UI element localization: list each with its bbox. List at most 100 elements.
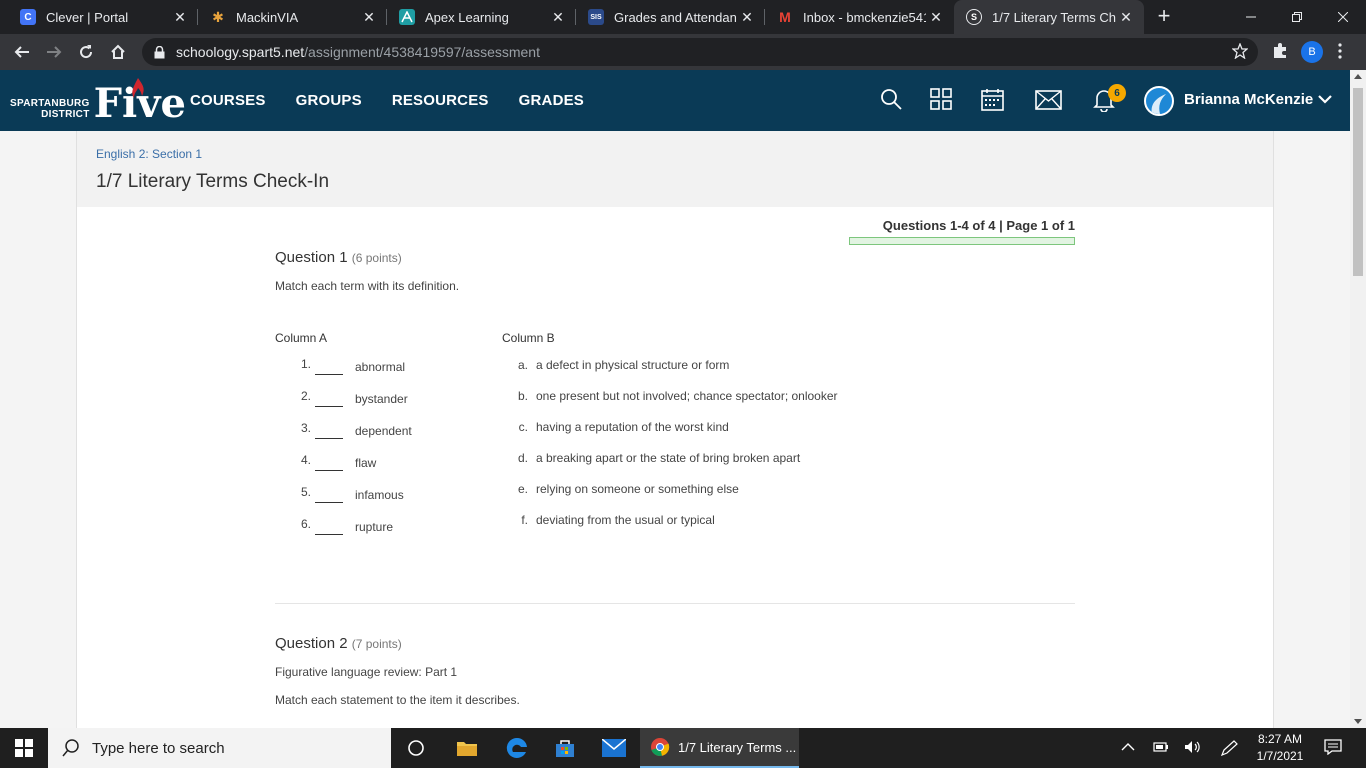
tab-gmail[interactable]: M Inbox - bmckenzie541@ ✕: [765, 0, 954, 34]
mail-app-icon[interactable]: [602, 736, 626, 760]
scroll-down-arrow-icon[interactable]: [1354, 719, 1362, 724]
column-b-label: Column B: [502, 331, 555, 345]
question-1-prompt: Match each term with its definition.: [275, 279, 460, 293]
edge-icon[interactable]: [505, 736, 529, 760]
user-name[interactable]: Brianna McKenzie: [1184, 91, 1313, 108]
extensions-puzzle-icon[interactable]: [1271, 42, 1289, 60]
back-arrow-icon[interactable]: [10, 40, 34, 64]
battery-icon[interactable]: [1153, 740, 1169, 754]
chevron-up-icon[interactable]: [1121, 740, 1135, 754]
chrome-icon: [650, 737, 670, 757]
nav-resources[interactable]: RESOURCES: [392, 92, 489, 109]
nav-courses[interactable]: COURSES: [190, 92, 266, 109]
tab-title: Clever | Portal: [46, 9, 129, 25]
apex-icon: [399, 9, 415, 25]
nav-grades[interactable]: GRADES: [519, 92, 584, 109]
term-text: dependent: [355, 424, 412, 438]
page-scrollbar[interactable]: [1350, 70, 1366, 728]
profile-avatar[interactable]: B: [1301, 41, 1323, 63]
windows-start-icon[interactable]: [0, 728, 48, 768]
tab-title: 1/7 Literary Terms Chec: [992, 9, 1116, 25]
answer-blank-6[interactable]: [315, 517, 343, 535]
close-window-button[interactable]: [1320, 0, 1366, 34]
answer-blank-5[interactable]: [315, 485, 343, 503]
tab-title: Grades and Attendance: [614, 9, 737, 25]
tab-grades-attendance[interactable]: SIS Grades and Attendance ✕: [576, 0, 765, 34]
chevron-down-icon[interactable]: [1318, 94, 1332, 104]
breadcrumb[interactable]: English 2: Section 1: [96, 147, 202, 161]
question-2-heading: Question 2 (7 points): [275, 635, 402, 652]
restore-button[interactable]: [1274, 0, 1320, 34]
tab-literary-terms[interactable]: S 1/7 Literary Terms Chec ✕: [954, 0, 1144, 34]
close-icon[interactable]: ✕: [548, 9, 568, 26]
definition-item: f. deviating from the usual or typical: [521, 513, 715, 527]
tab-apex[interactable]: Apex Learning ✕: [387, 0, 576, 34]
question-2-points: (7 points): [351, 637, 402, 651]
volume-icon[interactable]: [1184, 740, 1202, 754]
search-icon[interactable]: [880, 88, 902, 110]
logo-line1: SPARTANBURG: [10, 98, 90, 109]
column-a-label: Column A: [275, 331, 328, 345]
forward-arrow-icon[interactable]: [42, 40, 66, 64]
question-count: Questions 1-4 of 4 | Page 1 of 1: [882, 218, 1075, 233]
calendar-icon[interactable]: [981, 88, 1004, 111]
definition-item: b. one present but not involved; chance s…: [517, 389, 838, 403]
definition-item: c. having a reputation of the worst kind: [518, 420, 729, 434]
logo-line2: DISTRICT: [41, 109, 90, 120]
schoology-icon: S: [966, 9, 982, 25]
progress-bar: [849, 237, 1075, 245]
district-logo[interactable]: SPARTANBURG DISTRICT Five: [10, 78, 186, 124]
tab-title: MackinVIA: [236, 9, 299, 25]
lock-icon: [154, 45, 166, 59]
taskbar-chrome-window[interactable]: 1/7 Literary Terms ...: [640, 728, 799, 768]
store-icon[interactable]: [553, 736, 577, 760]
clever-icon: C: [20, 9, 36, 25]
close-icon[interactable]: ✕: [359, 9, 379, 26]
bookmark-star-icon[interactable]: [1232, 43, 1248, 59]
scroll-up-arrow-icon[interactable]: [1354, 74, 1362, 79]
task-view-icon[interactable]: [404, 736, 428, 760]
search-icon: [62, 739, 80, 757]
user-avatar[interactable]: [1144, 86, 1174, 116]
taskbar-search-placeholder: Type here to search: [92, 739, 225, 757]
tab-mackinvia[interactable]: ✱ MackinVIA ✕: [198, 0, 387, 34]
file-explorer-icon[interactable]: [455, 736, 479, 760]
close-icon[interactable]: ✕: [170, 9, 190, 26]
close-icon[interactable]: ✕: [1116, 9, 1136, 26]
answer-blank-1[interactable]: [315, 357, 343, 375]
tab-clever[interactable]: C Clever | Portal ✕: [8, 0, 198, 34]
scrollbar-thumb[interactable]: [1353, 88, 1363, 276]
question-2-line-2: Match each statement to the item it desc…: [275, 693, 520, 707]
pen-icon[interactable]: [1220, 740, 1238, 756]
notification-count-badge: 6: [1108, 84, 1126, 102]
taskbar-search-box[interactable]: Type here to search: [48, 728, 391, 768]
term-text: rupture: [355, 520, 394, 534]
taskbar-clock[interactable]: 8:27 AM 1/7/2021: [1250, 731, 1310, 765]
clock-time: 8:27 AM: [1257, 732, 1303, 746]
answer-blank-2[interactable]: [315, 389, 343, 407]
page-header: English 2: Section 1 1/7 Literary Terms …: [77, 131, 1273, 207]
new-tab-button[interactable]: +: [1154, 5, 1174, 27]
term-text: infamous: [355, 488, 404, 502]
home-icon[interactable]: [106, 40, 130, 64]
minimize-button[interactable]: [1228, 0, 1274, 34]
question-2-line-1: Figurative language review: Part 1: [275, 665, 458, 679]
question-1-points: (6 points): [351, 251, 402, 265]
more-menu-icon[interactable]: [1338, 43, 1342, 59]
action-center-icon[interactable]: [1324, 739, 1342, 755]
apps-grid-icon[interactable]: [930, 88, 952, 110]
reload-icon[interactable]: [74, 40, 98, 64]
sis-icon: SIS: [588, 9, 604, 25]
mail-icon[interactable]: [1035, 90, 1062, 110]
clock-date: 1/7/2021: [1256, 749, 1304, 763]
nav-groups[interactable]: GROUPS: [296, 92, 362, 109]
taskbar-window-title: 1/7 Literary Terms ...: [678, 739, 797, 755]
question-divider: [275, 603, 1075, 604]
windows-taskbar: Type here to search 1/7 Literary Terms .…: [0, 728, 1366, 768]
main-nav: COURSES GROUPS RESOURCES GRADES: [190, 70, 614, 131]
answer-blank-4[interactable]: [315, 453, 343, 471]
close-icon[interactable]: ✕: [926, 9, 946, 26]
address-bar[interactable]: schoology.spart5.net/assignment/45384195…: [142, 38, 1258, 66]
close-icon[interactable]: ✕: [737, 9, 757, 26]
answer-blank-3[interactable]: [315, 421, 343, 439]
